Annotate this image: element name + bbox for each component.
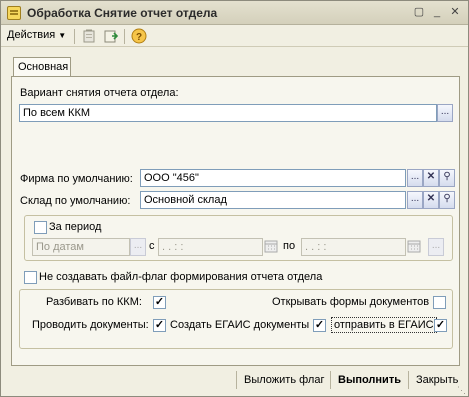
split-kkm-label: Разбивать по ККМ: (46, 296, 142, 308)
resize-grip-icon[interactable]: ⋱ (457, 385, 466, 396)
close-button[interactable]: Закрыть (416, 374, 458, 386)
split-kkm-checkbox[interactable]: ✓ (153, 296, 166, 309)
save-settings-icon[interactable] (103, 28, 119, 44)
toolbar-separator (74, 29, 75, 44)
help-icon[interactable]: ? (131, 28, 147, 44)
period-to-label: по (283, 240, 296, 252)
warehouse-select-button[interactable]: ... (407, 191, 423, 209)
warehouse-label: Склад по умолчанию: (20, 195, 131, 207)
firm-field[interactable]: ООО "456" (140, 169, 406, 187)
calendar-icon[interactable] (264, 239, 278, 253)
period-to-value: . . : : (305, 241, 327, 253)
actions-label: Действия (7, 29, 56, 41)
main-panel: Вариант снятия отчета отдела: По всем КК… (11, 76, 460, 366)
footer-separator (330, 371, 331, 389)
variant-label: Вариант снятия отчета отдела: (20, 87, 179, 99)
period-checkbox[interactable] (34, 221, 47, 234)
execute-button[interactable]: Выполнить (338, 374, 401, 386)
toolbar: Действия ▼ ? (1, 25, 468, 47)
period-mode-value: По датам (36, 241, 84, 253)
tab-main-label: Основная (18, 61, 69, 73)
firm-clear-icon[interactable]: ✕ (423, 169, 439, 187)
title-bar: Обработка Снятие отчет отдела ▢ _ ✕ (1, 1, 468, 25)
post-docs-label: Проводить документы: (32, 319, 149, 331)
upload-flag-button[interactable]: Выложить флаг (244, 374, 324, 386)
period-label: За период (49, 221, 102, 233)
warehouse-search-icon[interactable]: ⚲ (439, 191, 455, 209)
period-from-label: с (149, 240, 155, 252)
firm-label: Фирма по умолчанию: (20, 173, 133, 185)
firm-select-button[interactable]: ... (407, 169, 423, 187)
warehouse-field[interactable]: Основной склад (140, 191, 406, 209)
variant-field[interactable]: По всем ККМ (19, 104, 437, 122)
period-to-field[interactable]: . . : : (301, 238, 406, 256)
footer-separator (408, 371, 409, 389)
no-flag-checkbox[interactable] (24, 271, 37, 284)
actions-menu[interactable]: Действия ▼ (7, 29, 66, 41)
warehouse-value: Основной склад (144, 194, 227, 206)
no-flag-label: Не создавать файл-флаг формирования отче… (39, 271, 323, 283)
variant-value: По всем ККМ (23, 107, 91, 119)
period-mode-select-button[interactable]: ... (130, 238, 146, 256)
window: Обработка Снятие отчет отдела ▢ _ ✕ Дейс… (0, 0, 469, 397)
tab-main[interactable]: Основная (13, 57, 71, 77)
send-egais-checkbox[interactable]: ✓ (434, 319, 447, 332)
variant-select-button[interactable]: ... (437, 104, 453, 122)
window-title: Обработка Снятие отчет отдела (27, 6, 218, 20)
load-settings-icon[interactable] (81, 28, 97, 44)
close-icon[interactable]: ✕ (447, 5, 463, 21)
app-icon (7, 6, 21, 20)
period-select-button[interactable]: ... (428, 238, 444, 256)
warehouse-clear-icon[interactable]: ✕ (423, 191, 439, 209)
open-forms-label: Открывать формы документов (272, 296, 430, 308)
period-mode-field[interactable]: По датам (32, 238, 130, 256)
post-docs-checkbox[interactable]: ✓ (153, 319, 166, 332)
period-from-field[interactable]: . . : : (158, 238, 263, 256)
firm-value: ООО "456" (144, 172, 199, 184)
send-egais-label: отправить в ЕГАИС (331, 317, 437, 333)
firm-search-icon[interactable]: ⚲ (439, 169, 455, 187)
open-forms-checkbox[interactable] (433, 296, 446, 309)
create-egais-checkbox[interactable]: ✓ (313, 319, 326, 332)
footer-separator (236, 371, 237, 389)
calendar-icon[interactable] (407, 239, 421, 253)
restore-icon[interactable]: ▢ (411, 5, 427, 21)
toolbar-separator (124, 29, 125, 44)
svg-text:?: ? (136, 32, 142, 43)
chevron-down-icon: ▼ (58, 31, 67, 40)
create-egais-label: Создать ЕГАИС документы (170, 319, 310, 331)
period-from-value: . . : : (162, 241, 184, 253)
minimize-icon[interactable]: _ (429, 5, 445, 21)
